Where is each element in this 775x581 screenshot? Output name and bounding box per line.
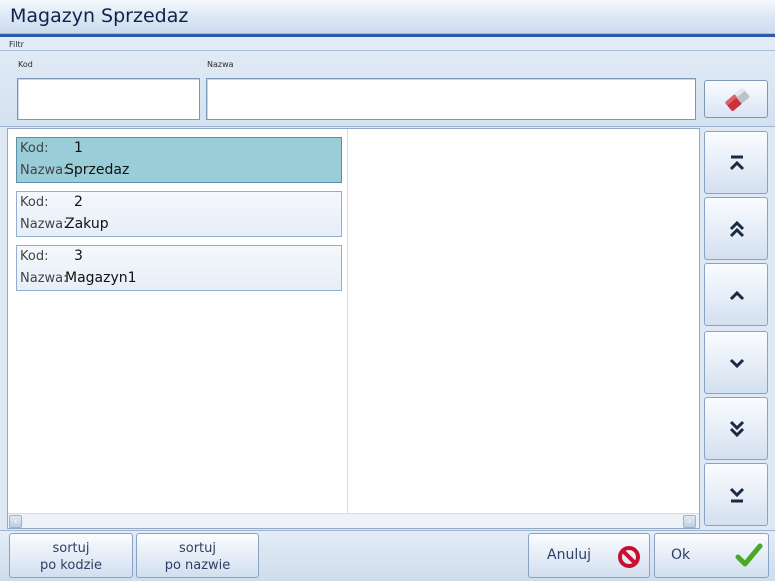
kod-value: 2 [74,194,83,210]
page-down-icon [729,420,745,438]
page-up-icon [729,220,745,238]
kod-filter-input[interactable] [17,78,200,120]
kod-label: Kod: [20,249,49,264]
clear-filter-button[interactable] [704,80,768,118]
nazwa-filter-input[interactable] [206,78,696,120]
window-title: Magazyn Sprzedaz [10,5,189,27]
down-icon [729,358,745,369]
sort-by-name-line1: sortuj [178,541,217,556]
cancel-label: Anuluj [547,547,591,563]
nazwa-label: Nazwa: [20,163,68,178]
ok-label: Ok [671,547,691,563]
kod-value: 3 [74,248,83,264]
move-down-button[interactable] [704,331,768,394]
sort-by-code-button[interactable]: sortuj po kodzie [9,533,133,578]
filter-divider [0,50,775,51]
eraser-icon [725,88,750,111]
horizontal-scrollbar[interactable]: ‹ › [8,513,699,528]
checkmark-icon [735,543,763,567]
up-icon [729,290,745,301]
go-to-last-button[interactable] [704,463,768,526]
list-item-2[interactable]: Kod: 2 Nazwa: Zakup [16,191,342,237]
nazwa-value: Sprzedaz [65,162,130,178]
first-icon [729,155,745,171]
list-item-3[interactable]: Kod: 3 Nazwa: Magazyn1 [16,245,342,291]
nazwa-value: Zakup [65,216,109,232]
nazwa-value: Magazyn1 [65,270,137,286]
scroll-right-icon[interactable]: › [683,515,696,528]
sort-by-name-line2: po nazwie [164,558,231,573]
filter-section-label: Filtr [9,40,24,49]
no-entry-icon [618,546,640,568]
scroll-left-icon[interactable]: ‹ [9,515,22,528]
kod-value: 1 [74,140,83,156]
cancel-button[interactable]: Anuluj [528,533,650,578]
ok-button[interactable]: Ok [654,533,769,578]
list-item-1[interactable]: Kod: 1 Nazwa: Sprzedaz [16,137,342,183]
go-to-first-button[interactable] [704,131,768,194]
sort-by-code-line2: po kodzie [39,558,103,573]
page-up-button[interactable] [704,197,768,260]
kod-label: Kod: [20,141,49,156]
list-column-divider [347,129,348,514]
page-down-button[interactable] [704,397,768,460]
sort-by-code-line1: sortuj [52,541,90,556]
nazwa-label: Nazwa: [20,271,68,286]
nazwa-label: Nazwa: [20,217,68,232]
move-up-button[interactable] [704,263,768,326]
last-icon [729,487,745,503]
kod-filter-label: Kod [18,60,33,69]
nazwa-filter-label: Nazwa [207,60,234,69]
kod-label: Kod: [20,195,49,210]
item-list [7,128,700,529]
sort-by-name-button[interactable]: sortuj po nazwie [136,533,259,578]
